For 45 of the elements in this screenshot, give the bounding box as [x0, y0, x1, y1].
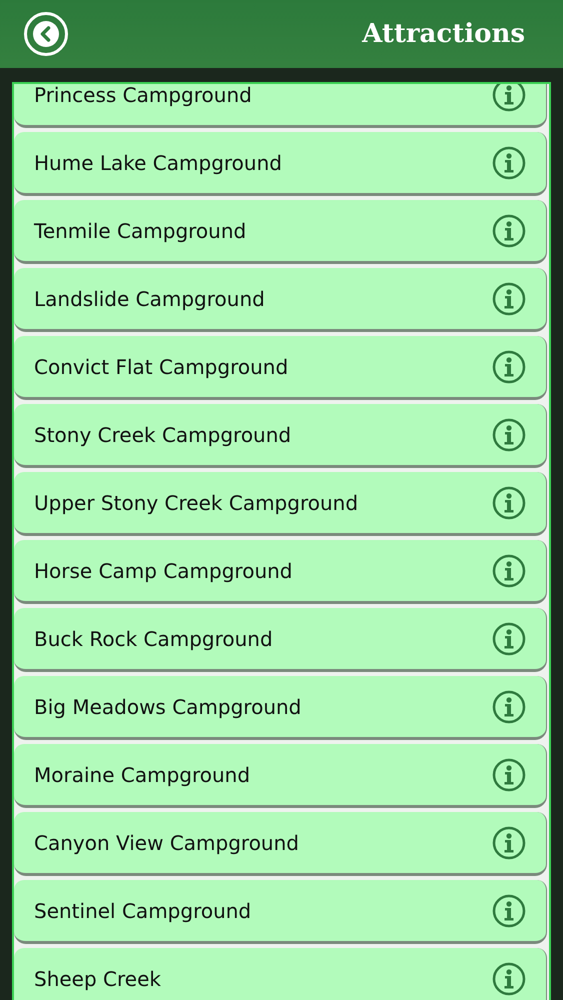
info-icon[interactable]	[492, 962, 526, 996]
list-item[interactable]: Sheep Creek	[14, 948, 547, 1000]
item-label: Princess Campground	[34, 84, 252, 108]
item-label: Stony Creek Campground	[34, 422, 292, 448]
item-label: Big Meadows Campground	[34, 694, 302, 720]
list-item[interactable]: Tenmile Campground	[14, 200, 547, 264]
list-item[interactable]: Upper Stony Creek Campground	[14, 472, 547, 536]
list-item[interactable]: Canyon View Campground	[14, 812, 547, 876]
list-item[interactable]: Landslide Campground	[14, 268, 547, 332]
info-icon[interactable]	[492, 418, 526, 452]
list-item[interactable]: Princess Campground	[14, 84, 547, 128]
chevron-left-icon	[32, 20, 60, 48]
item-label: Sheep Creek	[34, 966, 161, 992]
info-icon[interactable]	[492, 146, 526, 180]
list-item[interactable]: Convict Flat Campground	[14, 336, 547, 400]
item-label: Landslide Campground	[34, 286, 265, 312]
info-icon[interactable]	[492, 894, 526, 928]
info-icon[interactable]	[492, 282, 526, 316]
item-label: Tenmile Campground	[34, 218, 246, 244]
list-item[interactable]: Horse Camp Campground	[14, 540, 547, 604]
info-icon[interactable]	[492, 84, 526, 112]
item-label: Horse Camp Campground	[34, 558, 292, 584]
list-item[interactable]: Sentinel Campground	[14, 880, 547, 944]
page-title: Attractions	[362, 18, 526, 50]
item-label: Buck Rock Campground	[34, 626, 273, 652]
list-item[interactable]: Hume Lake Campground	[14, 132, 547, 196]
info-icon[interactable]	[492, 622, 526, 656]
info-icon[interactable]	[492, 350, 526, 384]
info-icon[interactable]	[492, 826, 526, 860]
info-icon[interactable]	[492, 214, 526, 248]
back-button[interactable]	[24, 12, 68, 56]
list-item[interactable]: Stony Creek Campground	[14, 404, 547, 468]
info-icon[interactable]	[492, 758, 526, 792]
list-item[interactable]: Buck Rock Campground	[14, 608, 547, 672]
item-label: Moraine Campground	[34, 762, 250, 788]
item-label: Convict Flat Campground	[34, 354, 288, 380]
item-label: Canyon View Campground	[34, 830, 299, 856]
info-icon[interactable]	[492, 690, 526, 724]
list-item[interactable]: Moraine Campground	[14, 744, 547, 808]
item-label: Sentinel Campground	[34, 898, 252, 924]
info-icon[interactable]	[492, 486, 526, 520]
list-item[interactable]: Big Meadows Campground	[14, 676, 547, 740]
item-label: Hume Lake Campground	[34, 150, 282, 176]
info-icon[interactable]	[492, 554, 526, 588]
item-label: Upper Stony Creek Campground	[34, 490, 358, 516]
